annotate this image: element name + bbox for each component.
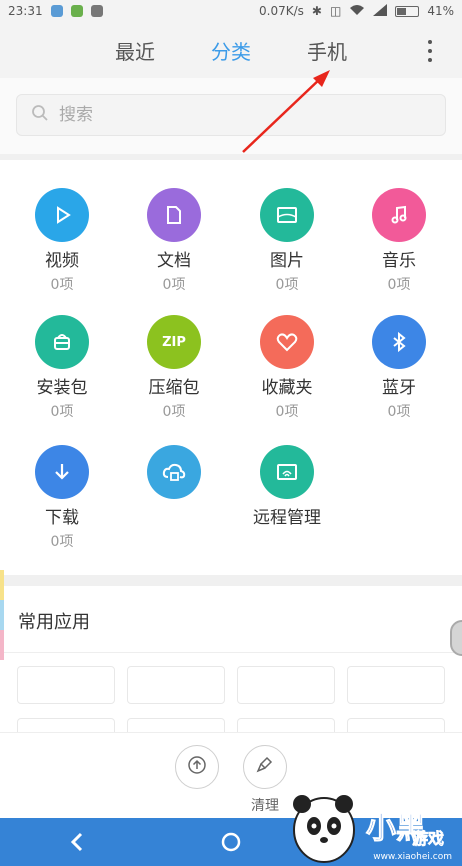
app-notification-icon [90,5,103,17]
tab-recent[interactable]: 最近 [87,36,183,65]
category-count: 0项 [162,277,186,293]
category-count: 0项 [162,404,186,420]
wifi-icon [349,4,365,19]
common-apps-title: 常用应用 [18,612,90,633]
remote-icon [260,445,314,499]
category-name: 安装包 [36,378,88,398]
app-name [284,677,288,693]
status-bar: 23:31 0.07K/s ✱ ◫ 41% [0,0,462,22]
notification-icon [50,5,63,17]
battery-percent: 41% [427,4,454,18]
upload-button[interactable] [167,745,227,811]
category-item[interactable]: 安装包 0项 [6,315,118,421]
search-icon [31,104,49,126]
category-item[interactable]: 下载 0项 [6,445,118,551]
search-input[interactable] [59,105,419,125]
category-count: 0项 [275,404,299,420]
app-name [174,677,178,693]
category-count: 0项 [387,404,411,420]
status-time: 23:31 [8,4,43,18]
home-icon[interactable] [220,831,242,857]
category-name: 音乐 [382,251,416,271]
document-icon [147,188,201,242]
category-item[interactable]: 视频 0项 [6,188,118,294]
upload-icon [187,755,207,779]
network-speed: 0.07K/s [259,4,304,18]
category-item[interactable]: 图片 0项 [231,188,343,294]
floating-ball[interactable] [450,620,462,656]
category-item[interactable]: 蓝牙 0项 [343,315,455,421]
category-name: 压缩包 [148,378,200,398]
battery-icon [395,5,420,17]
category-count: 0项 [50,404,74,420]
category-name: 文档 [157,251,191,271]
category-count: 0项 [50,534,74,550]
category-item[interactable] [118,445,230,531]
app-tile[interactable] [17,666,115,704]
more-menu-icon[interactable] [420,40,440,62]
edge-strip [0,630,4,660]
music-icon [372,188,426,242]
app-tile[interactable] [347,666,445,704]
back-icon[interactable] [66,830,88,858]
search-section [0,78,462,154]
search-bar[interactable] [16,94,446,136]
broom-icon [255,755,275,779]
image-icon [260,188,314,242]
edge-strip [0,600,4,630]
app-name [394,677,398,693]
tab-phone[interactable]: 手机 [279,36,375,65]
svg-text:游戏: 游戏 [412,829,444,848]
app-name [64,677,68,693]
zip-icon: ZIP [147,315,201,369]
signal-icon [373,3,388,19]
android-icon [70,5,83,17]
category-count: 0项 [275,277,299,293]
category-item[interactable]: 收藏夹 0项 [231,315,343,421]
app-tile[interactable] [127,666,225,704]
category-count: 0项 [387,277,411,293]
divider [0,652,462,653]
watermark-url: www.xiaohei.com [373,852,452,862]
category-item[interactable]: ZIP 压缩包 0项 [118,315,230,421]
category-name: 蓝牙 [382,378,416,398]
category-item[interactable]: 音乐 0项 [343,188,455,294]
vibrate-icon: ◫ [329,4,342,18]
package-icon [35,315,89,369]
cloud-icon [147,445,201,499]
category-item[interactable]: 文档 0项 [118,188,230,294]
zip-icon-label: ZIP [162,334,186,350]
upload-label [167,795,227,811]
category-name: 下载 [45,508,79,528]
app-tile[interactable] [237,666,335,704]
category-name: 视频 [45,251,79,271]
download-icon [35,445,89,499]
category-name: 远程管理 [253,508,321,528]
category-count: 0项 [50,277,74,293]
tab-category[interactable]: 分类 [183,36,279,65]
play-icon [35,188,89,242]
bluetooth-status-icon: ✱ [311,4,322,18]
category-grid: 视频 0项 文档 0项 图片 0项 音乐 0项 安装包 0项 ZIP 压缩包 0项 收藏夹 0项 蓝牙 0项 下载… [0,160,462,575]
category-item[interactable]: 远程管理 [231,445,343,531]
category-name: 收藏夹 [261,378,313,398]
category-name: 图片 [270,251,304,271]
category-name [118,507,230,529]
tab-bar: 最近 分类 手机 [0,22,462,78]
edge-strip [0,570,4,600]
bluetooth-icon [372,315,426,369]
common-apps-section: 常用应用 [0,586,462,756]
heart-icon [260,315,314,369]
